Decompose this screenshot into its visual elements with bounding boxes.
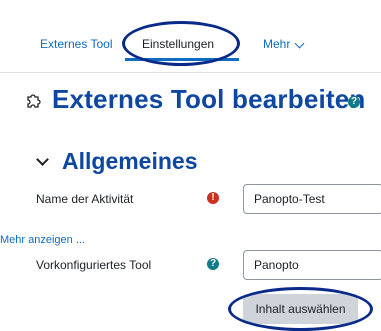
section-heading[interactable]: Allgemeines xyxy=(62,148,198,175)
show-more-link[interactable]: Mehr anzeigen ... xyxy=(0,234,85,246)
chevron-down-icon[interactable] xyxy=(36,153,49,166)
required-exclamation-icon: ! xyxy=(207,192,219,204)
activity-name-label: Name der Aktivität xyxy=(36,192,134,206)
preconfigured-tool-label: Vorkonfiguriertes Tool xyxy=(36,258,152,272)
tab-mehr[interactable]: Mehr xyxy=(263,37,290,51)
select-content-button[interactable]: Inhalt auswählen xyxy=(243,294,358,324)
activity-name-field[interactable]: Panopto-Test xyxy=(243,184,381,214)
chevron-down-icon xyxy=(294,38,305,49)
tab-einstellungen[interactable]: Einstellungen xyxy=(142,37,214,51)
active-tab-indicator xyxy=(125,58,239,61)
tab-mehr-label: Mehr xyxy=(263,37,291,51)
help-question-icon[interactable]: ? xyxy=(207,258,219,270)
tab-externes-tool[interactable]: Externes Tool xyxy=(40,37,113,51)
page-title: Externes Tool bearbeiten xyxy=(52,84,366,114)
puzzle-piece-icon xyxy=(27,94,41,108)
preconfigured-tool-select[interactable]: Panopto xyxy=(243,250,381,280)
question-circle-icon[interactable]: ? xyxy=(348,96,360,108)
secondary-navigation: Externes Tool Einstellungen Mehr xyxy=(0,0,381,73)
